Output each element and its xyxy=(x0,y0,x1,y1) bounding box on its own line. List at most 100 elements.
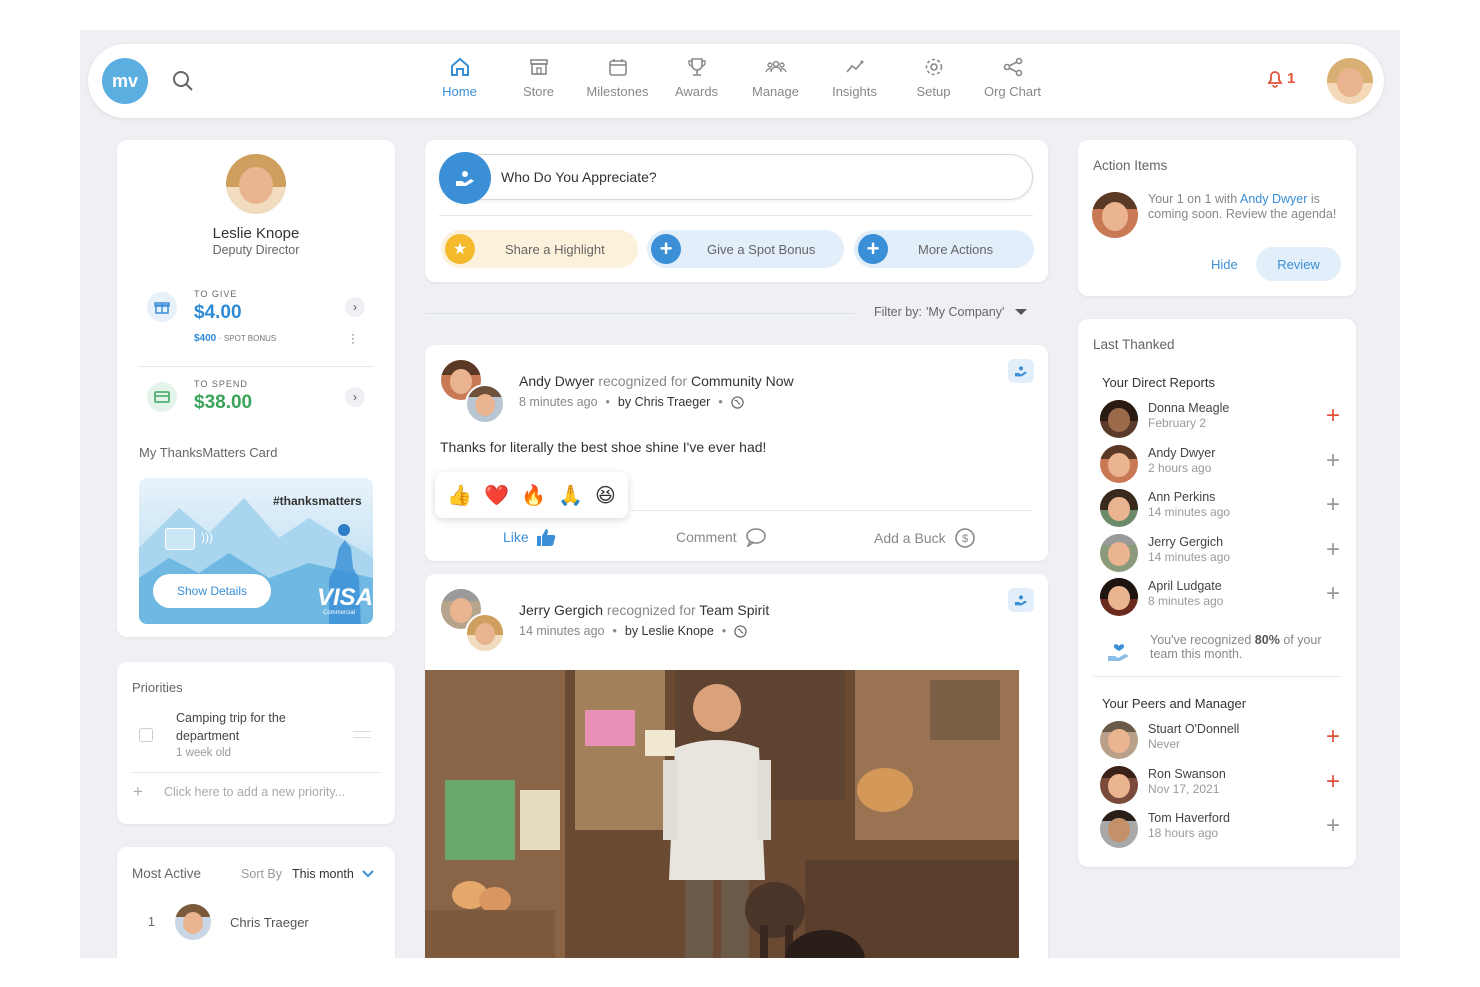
appreciate-icon xyxy=(439,152,491,204)
post-time: 8 minutes ago xyxy=(519,395,598,409)
add-priority-icon[interactable]: + xyxy=(133,782,143,802)
list-item: Jerry Gergich 14 minutes ago + xyxy=(1100,534,1340,574)
profile-card: Leslie Knope Deputy Director TO GIVE $4.… xyxy=(117,140,395,637)
nav-awards[interactable]: Awards xyxy=(657,56,736,99)
thank-plus-button[interactable]: + xyxy=(1326,449,1340,473)
thanksmatters-card: #thanksmatters ))) Show Details VISA Com… xyxy=(139,478,373,624)
thank-plus-button[interactable]: + xyxy=(1326,814,1340,838)
nav-setup[interactable]: Setup xyxy=(894,56,973,99)
trophy-icon xyxy=(687,58,706,76)
user-avatar[interactable] xyxy=(1327,58,1373,104)
post-giver[interactable]: by Chris Traeger xyxy=(618,395,710,409)
share-icon xyxy=(1003,57,1022,77)
recognition-badge-icon xyxy=(1008,359,1034,383)
to-spend-chevron-icon[interactable]: › xyxy=(345,387,365,407)
list-item: Stuart O'Donnell Never + xyxy=(1100,721,1340,761)
thank-plus-button[interactable]: + xyxy=(1326,538,1340,562)
app-logo[interactable]: mv xyxy=(102,58,148,104)
review-button[interactable]: Review xyxy=(1256,247,1341,281)
most-active-name[interactable]: Chris Traeger xyxy=(230,915,309,930)
drag-handle-icon[interactable] xyxy=(353,731,371,738)
list-item: Tom Haverford 18 hours ago + xyxy=(1100,810,1340,850)
notification-count: 1 xyxy=(1287,69,1296,87)
andy-avatar xyxy=(1092,192,1138,238)
visa-logo: VISA xyxy=(317,584,373,611)
thank-plus-button[interactable]: + xyxy=(1326,725,1340,749)
recognized-hand-icon xyxy=(1106,637,1132,668)
globe-icon xyxy=(734,624,747,638)
bell-icon xyxy=(1267,71,1283,88)
nav-home[interactable]: Home xyxy=(420,56,499,99)
nav-store[interactable]: Store xyxy=(499,56,578,99)
home-icon xyxy=(450,57,469,76)
share-highlight-button[interactable]: ★ Share a Highlight xyxy=(441,230,638,268)
feed-post: Jerry Gergich recognized for Team Spirit… xyxy=(425,574,1048,958)
fire-reaction[interactable]: 🔥 xyxy=(521,483,546,508)
heart-reaction[interactable]: ❤️ xyxy=(484,483,509,508)
to-give-label: TO GIVE xyxy=(194,289,238,299)
person-avatar xyxy=(1100,721,1138,759)
hide-button[interactable]: Hide xyxy=(1211,257,1238,272)
post-recipient[interactable]: Andy Dwyer xyxy=(519,373,594,389)
globe-icon xyxy=(731,395,744,409)
post-photo[interactable] xyxy=(425,670,1019,958)
list-item: Ron Swanson Nov 17, 2021 + xyxy=(1100,766,1340,806)
action-item-link[interactable]: Andy Dwyer xyxy=(1240,192,1307,206)
post-text: Thanks for literally the best shoe shine… xyxy=(440,439,767,455)
chris-avatar xyxy=(175,904,211,940)
action-item-text: Your 1 on 1 with Andy Dwyer is coming so… xyxy=(1148,192,1337,221)
store-icon xyxy=(529,59,548,75)
give-spot-bonus-button[interactable]: + Give a Spot Bonus xyxy=(647,230,844,268)
reaction-picker: 👍 ❤️ 🔥 🙏 😆 xyxy=(435,472,628,518)
dollar-icon: $ xyxy=(954,528,975,548)
like-button[interactable]: Like xyxy=(503,527,557,547)
search-icon[interactable] xyxy=(172,70,194,97)
more-actions-button[interactable]: + More Actions xyxy=(854,230,1034,268)
show-details-button[interactable]: Show Details xyxy=(153,574,271,608)
add-priority-input[interactable]: Click here to add a new priority... xyxy=(164,785,345,799)
profile-name: Leslie Knope xyxy=(212,225,300,242)
calendar-icon xyxy=(608,59,627,76)
comment-icon xyxy=(745,528,766,547)
insights-icon xyxy=(845,60,863,73)
sort-dropdown[interactable]: This month xyxy=(292,867,374,881)
last-thanked-card: Last Thanked Your Direct Reports Donna M… xyxy=(1078,319,1356,867)
nav-milestones[interactable]: Milestones xyxy=(578,56,657,99)
person-avatar xyxy=(1100,810,1138,848)
post-recipient[interactable]: Jerry Gergich xyxy=(519,602,603,618)
thank-plus-button[interactable]: + xyxy=(1326,582,1340,606)
thank-plus-button[interactable]: + xyxy=(1326,404,1340,428)
thumbs-up-reaction[interactable]: 👍 xyxy=(447,483,472,508)
to-spend-amount: $38.00 xyxy=(194,392,253,413)
sort-label: Sort By xyxy=(241,867,282,881)
filter-dropdown[interactable]: Filter by: 'My Company' xyxy=(874,305,1028,319)
comment-button[interactable]: Comment xyxy=(676,527,767,547)
post-giver[interactable]: by Leslie Knope xyxy=(625,624,714,638)
caret-down-icon xyxy=(1015,309,1028,315)
action-items-title: Action Items xyxy=(1093,158,1168,173)
nav-org-chart[interactable]: Org Chart xyxy=(973,56,1052,99)
profile-title: Deputy Director xyxy=(212,243,300,257)
nav-insights[interactable]: Insights xyxy=(815,56,894,99)
thank-plus-button[interactable]: + xyxy=(1326,493,1340,517)
feed-post: Andy Dwyer recognized for Community Now … xyxy=(425,345,1048,561)
to-give-chevron-icon[interactable]: › xyxy=(345,297,365,317)
nav-manage[interactable]: Manage xyxy=(736,56,815,99)
pray-reaction[interactable]: 🙏 xyxy=(558,483,583,508)
priority-text[interactable]: Camping trip for the department xyxy=(176,709,316,745)
laugh-reaction[interactable]: 😆 xyxy=(595,483,616,508)
people-icon xyxy=(764,60,787,73)
recognition-badge-icon xyxy=(1008,588,1034,612)
spot-bonus-label: · SPOT BONUS xyxy=(219,334,277,343)
more-menu-icon[interactable]: · · · xyxy=(351,328,355,348)
thank-plus-button[interactable]: + xyxy=(1326,770,1340,794)
post-time: 14 minutes ago xyxy=(519,624,605,638)
add-buck-button[interactable]: Add a Buck $ xyxy=(874,527,976,549)
notifications-button[interactable]: 1 xyxy=(1265,68,1295,88)
priority-checkbox[interactable] xyxy=(139,728,153,742)
most-active-card: Most Active Sort By This month 1 Chris T… xyxy=(117,847,395,958)
rank-number: 1 xyxy=(148,915,155,929)
giver-avatar xyxy=(465,613,505,653)
appreciate-input[interactable]: Who Do You Appreciate? xyxy=(439,152,1033,204)
visa-sub: Commercial xyxy=(323,610,356,616)
